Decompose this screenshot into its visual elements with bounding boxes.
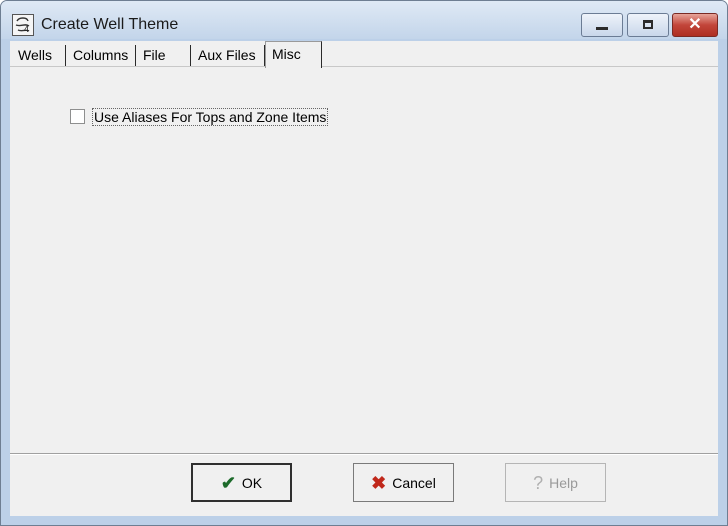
tab-columns[interactable]: Columns: [67, 45, 136, 67]
minimize-icon: [596, 27, 608, 30]
dialog-window: 4 Create Well Theme ✕ Wells Columns File…: [0, 0, 728, 526]
ok-button-label: OK: [241, 474, 263, 491]
question-icon: ?: [533, 472, 544, 493]
tab-aux-files[interactable]: Aux Files: [192, 45, 265, 67]
use-aliases-checkbox[interactable]: [70, 109, 85, 124]
close-button[interactable]: ✕: [672, 13, 718, 37]
tab-wells[interactable]: Wells: [12, 45, 66, 67]
app-icon: 4: [12, 14, 34, 36]
cancel-button[interactable]: ✖ Cancel: [353, 463, 454, 502]
help-button[interactable]: ? Help: [505, 463, 606, 502]
title-bar: 4 Create Well Theme ✕: [1, 1, 727, 39]
tab-strip: Wells Columns File Aux Files Misc: [10, 41, 718, 68]
svg-text:4: 4: [24, 24, 29, 34]
close-icon: ✕: [688, 16, 702, 33]
misc-tab-panel: Use Aliases For Tops and Zone Items: [11, 67, 717, 452]
use-aliases-label[interactable]: Use Aliases For Tops and Zone Items: [92, 108, 329, 126]
dialog-client-area: Wells Columns File Aux Files Misc Use Al…: [10, 41, 718, 516]
maximize-icon: [643, 20, 653, 29]
minimize-button[interactable]: [581, 13, 623, 37]
help-button-label: Help: [549, 474, 578, 491]
x-icon: ✖: [371, 472, 387, 493]
ok-button[interactable]: ✔ OK: [191, 463, 292, 502]
tab-misc[interactable]: Misc: [265, 41, 322, 68]
maximize-button[interactable]: [627, 13, 669, 37]
cancel-button-label: Cancel: [392, 474, 436, 491]
button-separator: [10, 453, 718, 455]
check-icon: ✔: [220, 472, 236, 493]
tab-file[interactable]: File: [137, 45, 191, 67]
window-title: Create Well Theme: [41, 16, 179, 33]
